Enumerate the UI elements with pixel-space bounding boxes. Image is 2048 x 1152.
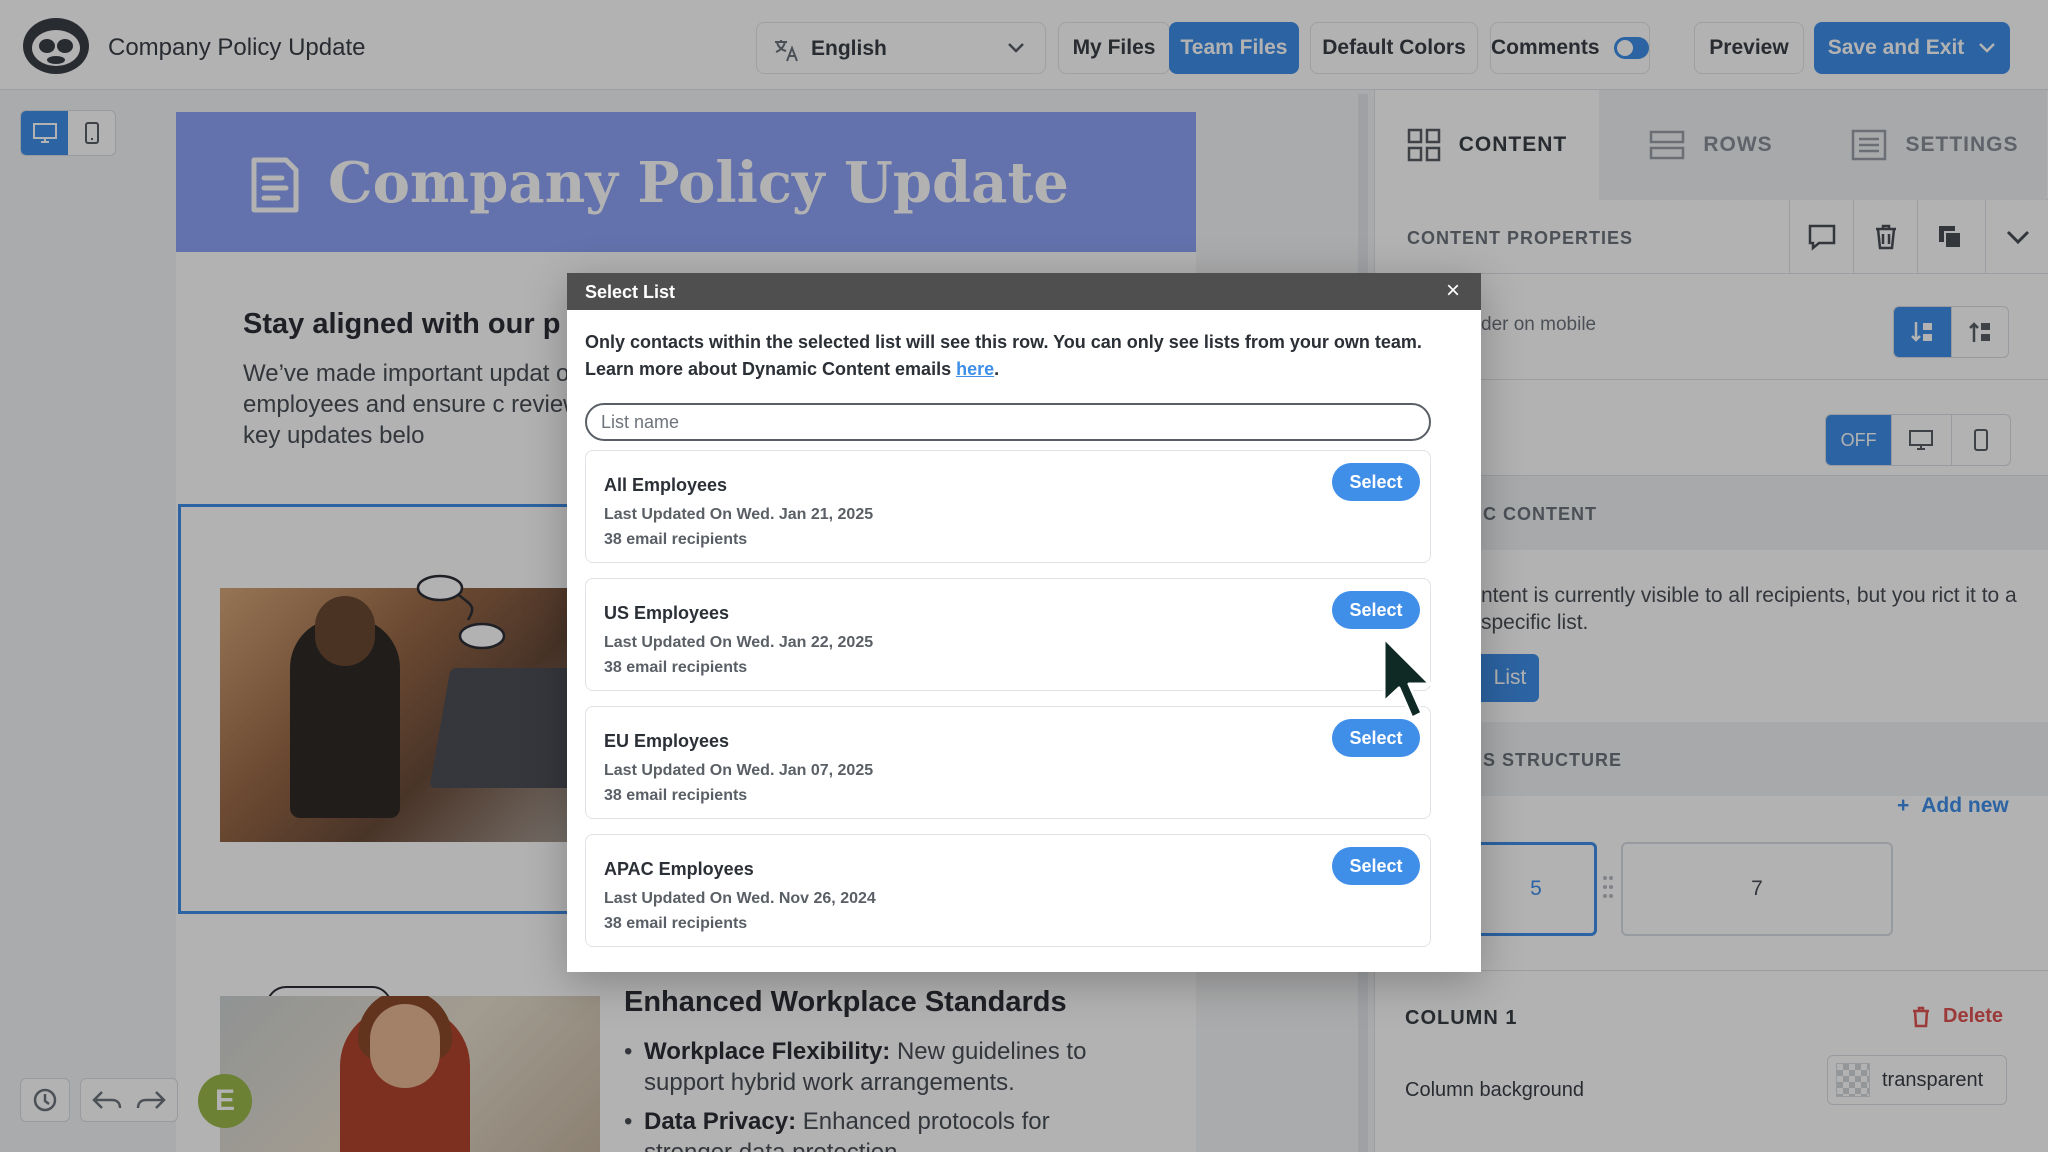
list-updated: Last Updated On Wed. Nov 26, 2024 xyxy=(604,890,876,907)
list-updated: Last Updated On Wed. Jan 22, 2025 xyxy=(604,634,874,651)
list-recipients: 38 email recipients xyxy=(604,659,748,676)
select-list-eu-employees-button[interactable]: Select xyxy=(1332,719,1420,757)
select-list-us-employees-button[interactable]: Select xyxy=(1332,591,1420,629)
list-name: US Employees xyxy=(604,603,730,623)
list-item: US Employees Last Updated On Wed. Jan 22… xyxy=(585,578,1431,691)
select-list-modal: Select List × Only contacts within the s… xyxy=(567,273,1481,972)
list-updated: Last Updated On Wed. Jan 07, 2025 xyxy=(604,762,874,779)
select-list-apac-employees-button[interactable]: Select xyxy=(1332,847,1420,885)
modal-description: Only contacts within the selected list w… xyxy=(585,332,1422,379)
list-item: APAC Employees Last Updated On Wed. Nov … xyxy=(585,834,1431,947)
learn-more-link[interactable]: here xyxy=(956,359,994,379)
list-name: APAC Employees xyxy=(604,859,754,879)
mouse-cursor-icon xyxy=(1382,636,1432,720)
list-recipients: 38 email recipients xyxy=(604,915,748,932)
list-name-search-input[interactable] xyxy=(585,403,1431,441)
list-recipients: 38 email recipients xyxy=(604,531,748,548)
list-updated: Last Updated On Wed. Jan 21, 2025 xyxy=(604,506,874,523)
modal-header: Select List × xyxy=(567,273,1481,310)
modal-title: Select List xyxy=(585,282,676,302)
select-list-all-employees-button[interactable]: Select xyxy=(1332,463,1420,501)
list-name: EU Employees xyxy=(604,731,730,751)
list-item: EU Employees Last Updated On Wed. Jan 07… xyxy=(585,706,1431,819)
close-icon[interactable]: × xyxy=(1441,278,1465,304)
list-recipients: 38 email recipients xyxy=(604,787,748,804)
list-item: All Employees Last Updated On Wed. Jan 2… xyxy=(585,450,1431,563)
list-name: All Employees xyxy=(604,475,728,495)
